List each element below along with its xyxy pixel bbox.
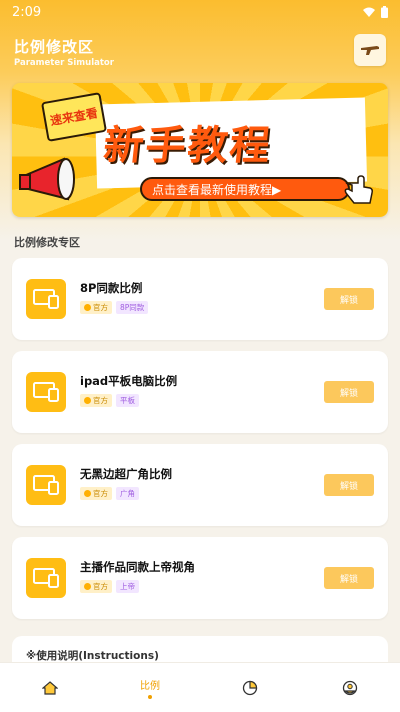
banner-cta: 点击查看最新使用教程▶ <box>140 177 350 201</box>
settings-button[interactable] <box>354 34 386 66</box>
official-tag: 官方 <box>80 487 112 500</box>
section-title: 比例修改专区 <box>14 236 80 249</box>
official-tag: 官方 <box>80 394 112 407</box>
status-bar: 2:09 <box>0 0 400 24</box>
profile-icon <box>342 680 358 695</box>
official-tag-label: 官方 <box>93 489 108 498</box>
pie-icon <box>242 680 258 695</box>
devices-icon <box>26 372 66 412</box>
official-tag-label: 官方 <box>93 582 108 591</box>
bottom-nav: 比例 <box>0 662 400 712</box>
official-tag-label: 官方 <box>93 396 108 405</box>
ratio-card[interactable]: ipad平板电脑比例 官方 平板 解锁 <box>12 351 388 433</box>
home-icon <box>42 680 58 695</box>
nav-ratio[interactable]: 比例 <box>100 663 200 712</box>
official-tag-label: 官方 <box>93 303 108 312</box>
nav-ratio-label: 比例 <box>140 680 160 692</box>
card-name: 主播作品同款上帝视角 <box>80 560 195 574</box>
devices-icon <box>26 465 66 505</box>
unlock-button[interactable]: 解锁 <box>324 381 374 403</box>
official-tag: 官方 <box>80 580 112 593</box>
status-icons <box>363 6 388 18</box>
app-title: 比例修改区 <box>14 38 95 56</box>
nav-profile[interactable] <box>300 663 400 712</box>
tutorial-banner[interactable]: 新手教程 速来查看 点击查看最新使用教程▶ <box>12 83 388 217</box>
card-name: 8P同款比例 <box>80 281 143 295</box>
card-name: ipad平板电脑比例 <box>80 374 178 388</box>
official-dot-icon <box>84 490 91 497</box>
nav-stats[interactable] <box>200 663 300 712</box>
official-dot-icon <box>84 583 91 590</box>
nav-active-dot <box>148 694 152 699</box>
card-tags: 官方 广角 <box>80 487 139 500</box>
official-dot-icon <box>84 304 91 311</box>
card-name: 无黑边超广角比例 <box>80 467 172 481</box>
app-subtitle: Parameter Simulator <box>14 58 114 68</box>
unlock-button[interactable]: 解锁 <box>324 567 374 589</box>
app-title-block: 比例修改区 Parameter Simulator <box>14 36 114 68</box>
devices-icon <box>26 279 66 319</box>
nav-home[interactable] <box>0 663 100 712</box>
banner-headline: 新手教程 <box>101 123 274 169</box>
gun-icon <box>361 46 379 55</box>
official-dot-icon <box>84 397 91 404</box>
category-tag: 8P同款 <box>116 301 149 314</box>
category-tag: 平板 <box>116 394 139 407</box>
status-time: 2:09 <box>12 4 42 20</box>
card-tags: 官方 平板 <box>80 394 139 407</box>
unlock-button[interactable]: 解锁 <box>324 474 374 496</box>
ratio-card[interactable]: 8P同款比例 官方 8P同款 解锁 <box>12 258 388 340</box>
category-tag: 上帝 <box>116 580 139 593</box>
instructions-title: ※使用说明(Instructions) <box>26 650 159 662</box>
battery-icon <box>381 6 388 18</box>
card-tags: 官方 上帝 <box>80 580 139 593</box>
unlock-button[interactable]: 解锁 <box>324 288 374 310</box>
category-tag: 广角 <box>116 487 139 500</box>
card-tags: 官方 8P同款 <box>80 301 149 314</box>
ratio-card[interactable]: 无黑边超广角比例 官方 广角 解锁 <box>12 444 388 526</box>
wifi-icon <box>363 7 375 17</box>
ratio-card[interactable]: 主播作品同款上帝视角 官方 上帝 解锁 <box>12 537 388 619</box>
official-tag: 官方 <box>80 301 112 314</box>
devices-icon <box>26 558 66 598</box>
pointer-hand-icon <box>344 175 373 204</box>
megaphone-icon <box>19 157 75 201</box>
